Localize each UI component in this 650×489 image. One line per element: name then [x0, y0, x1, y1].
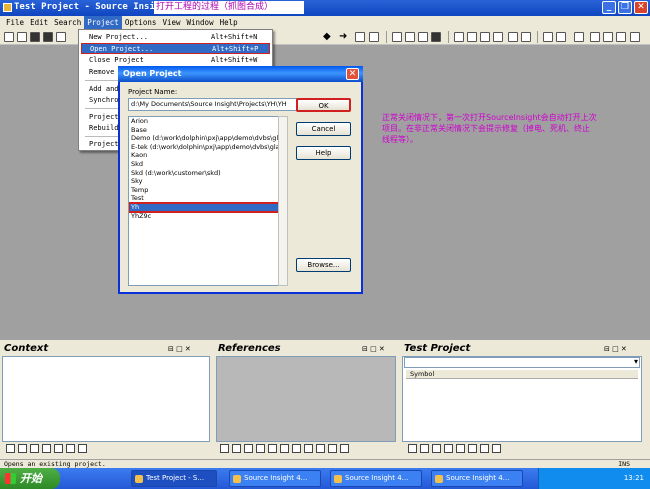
task-source-insight-3[interactable]: Source Insight 4...	[431, 470, 523, 487]
window-4-icon[interactable]	[630, 32, 640, 42]
menu-options[interactable]: Options	[122, 16, 160, 29]
forward-arrow-icon[interactable]: ➜	[339, 32, 347, 42]
test-project-pane-body[interactable]	[402, 356, 642, 442]
bookmark-icon[interactable]	[369, 32, 379, 42]
list-item[interactable]: Skd	[129, 160, 285, 169]
window-2-icon[interactable]	[603, 32, 613, 42]
task-source-insight-2[interactable]: Source Insight 4...	[330, 470, 422, 487]
back-arrow-icon[interactable]: ◆	[323, 32, 331, 42]
list-item[interactable]: Kaon	[129, 151, 285, 160]
clock: 13:21	[623, 474, 644, 482]
project-name-label: Project Name:	[128, 88, 178, 96]
layout-3-icon[interactable]	[480, 32, 490, 42]
sync-icon[interactable]	[574, 32, 584, 42]
test-project-pane-controls[interactable]: ⊟ □ ✕	[604, 345, 627, 353]
menu-view[interactable]: View	[159, 16, 183, 29]
references-pane-controls[interactable]: ⊟ □ ✕	[362, 345, 385, 353]
layout-5-icon[interactable]	[508, 32, 518, 42]
list-item[interactable]: Arion	[129, 117, 285, 126]
menu-item-new-project[interactable]: New Project... Alt+Shift+N	[81, 32, 270, 43]
list-item-selected[interactable]: Yh	[129, 201, 285, 213]
ok-button[interactable]: OK	[296, 98, 351, 112]
save-icon[interactable]	[30, 32, 40, 42]
symbol-column-header[interactable]: Symbol	[406, 370, 638, 379]
project-symbol-combo[interactable]	[404, 357, 640, 368]
list-item[interactable]: Temp	[129, 186, 285, 195]
context-pane-toolbar	[6, 444, 90, 456]
open-file-icon[interactable]	[17, 32, 27, 42]
references-pane-body[interactable]	[216, 356, 396, 442]
references-icon[interactable]	[431, 32, 441, 42]
menu-edit[interactable]: Edit	[27, 16, 51, 29]
taskbar: 开始 Test Project - S... Source Insight 4.…	[0, 468, 650, 489]
dialog-close-icon[interactable]: ✕	[346, 68, 359, 80]
list-item[interactable]: Sky	[129, 177, 285, 186]
project-list[interactable]: Arion Base Demo (d:\work\dolphin\pxj\app…	[128, 116, 286, 286]
close-window-button[interactable]: ✕	[634, 1, 648, 14]
system-tray: 13:21	[538, 468, 650, 489]
new-file-icon[interactable]	[4, 32, 14, 42]
dialog-title[interactable]: Open Project	[118, 66, 363, 82]
menu-window[interactable]: Window	[184, 16, 217, 29]
application-window: Test Project - Source Insight 打开工程的过程（抓图…	[0, 0, 650, 489]
start-label: 开始	[20, 472, 42, 485]
context-pane-title: Context	[4, 343, 49, 354]
menu-file[interactable]: File	[3, 16, 27, 29]
restore-button[interactable]: ❐	[618, 1, 632, 14]
context-pane-controls[interactable]: ⊟ □ ✕	[168, 345, 191, 353]
project-list-scrollbar[interactable]	[278, 116, 288, 286]
menu-help[interactable]: Help	[217, 16, 241, 29]
lookup-icon[interactable]	[418, 32, 428, 42]
save-all-icon[interactable]	[43, 32, 53, 42]
toggle-1-icon[interactable]	[543, 32, 553, 42]
title-bar[interactable]: Test Project - Source Insight 打开工程的过程（抓图…	[0, 0, 650, 16]
list-item[interactable]: Demo (d:\work\dolphin\pxj\app\demo\dvbs\…	[129, 134, 285, 143]
status-text: Opens an existing project.	[4, 460, 106, 468]
task-test-project[interactable]: Test Project - S...	[131, 470, 217, 487]
browse-button[interactable]: Browse...	[296, 258, 351, 272]
context-pane-body[interactable]	[2, 356, 210, 442]
window-3-icon[interactable]	[616, 32, 626, 42]
app-icon	[3, 3, 12, 12]
toggle-2-icon[interactable]	[556, 32, 566, 42]
task-source-insight-1[interactable]: Source Insight 4...	[229, 470, 321, 487]
menu-bar: File Edit Search Project Options View Wi…	[0, 16, 650, 29]
test-project-pane-title: Test Project	[404, 343, 471, 354]
layout-6-icon[interactable]	[521, 32, 531, 42]
window-1-icon[interactable]	[590, 32, 600, 42]
annotation-note: 正常关闭情况下，第一次打开SourceInsight会自动打开上次项目。在非正常…	[382, 113, 597, 144]
references-pane-title: References	[218, 343, 281, 354]
cancel-button[interactable]: Cancel	[296, 122, 351, 136]
window-title: Test Project - Source Insight	[14, 2, 172, 12]
list-item[interactable]: E-tek (d:\work\dolphin\pxj\app\demo\dvbs…	[129, 143, 285, 152]
menu-project[interactable]: Project	[84, 16, 122, 29]
symbol-icon[interactable]	[405, 32, 415, 42]
title-annotation: 打开工程的过程（抓图合成）	[154, 1, 304, 14]
project-name-input[interactable]: d:\My Documents\Source Insight\Projects\…	[128, 98, 298, 111]
open-project-dialog: Open Project ✕ Project Name: d:\My Docum…	[118, 66, 363, 294]
references-pane-toolbar	[220, 444, 352, 456]
list-item[interactable]: Test	[129, 194, 285, 203]
menu-search[interactable]: Search	[51, 16, 84, 29]
menu-item-close-project[interactable]: Close Project Alt+Shift+W	[81, 55, 270, 66]
layout-4-icon[interactable]	[493, 32, 503, 42]
list-item[interactable]: YhZ9c	[129, 212, 285, 221]
help-button[interactable]: Help	[296, 146, 351, 160]
windows-flag-icon	[5, 473, 16, 484]
test-project-pane-toolbar	[408, 444, 504, 456]
list-item[interactable]: Base	[129, 126, 285, 135]
list-item[interactable]: Skd (d:\work\customer\skd)	[129, 169, 285, 178]
layout-2-icon[interactable]	[467, 32, 477, 42]
browse-icon[interactable]	[392, 32, 402, 42]
menu-item-open-project[interactable]: Open Project... Alt+Shift+P	[81, 43, 270, 54]
start-button[interactable]: 开始	[0, 468, 60, 489]
jump-icon[interactable]	[355, 32, 365, 42]
print-icon[interactable]	[56, 32, 66, 42]
layout-1-icon[interactable]	[454, 32, 464, 42]
status-bar: Opens an existing project. INS	[0, 459, 650, 468]
minimize-button[interactable]: _	[602, 1, 616, 14]
